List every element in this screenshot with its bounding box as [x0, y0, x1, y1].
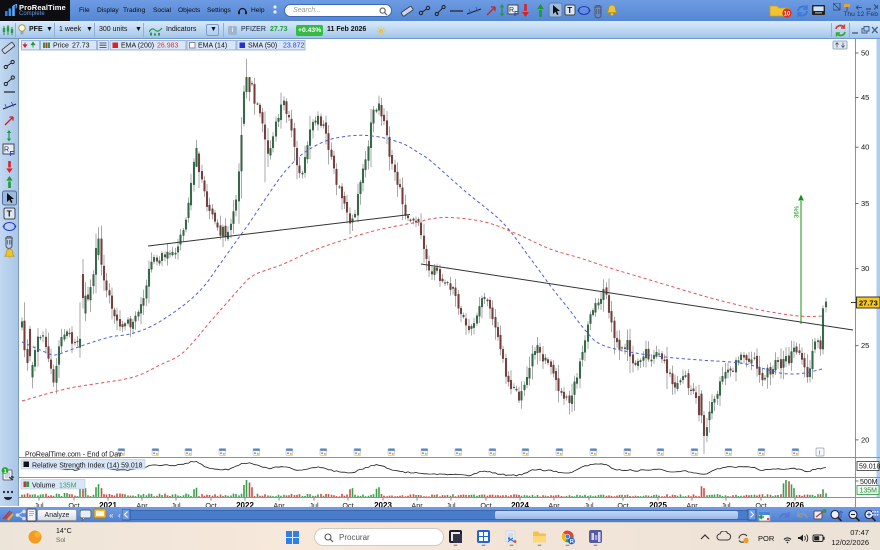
svg-text:EMA (14): EMA (14) — [198, 43, 227, 50]
svg-text:27.73: 27.73 — [72, 43, 90, 50]
svg-text:Relative Strength Index (14) 5: Relative Strength Index (14) 59.018 — [32, 463, 143, 470]
svg-text:23.872: 23.872 — [283, 43, 305, 50]
svg-text:R: R — [570, 539, 574, 545]
svg-text:26.983: 26.983 — [157, 43, 179, 50]
svg-text:‹: ‹ — [118, 511, 121, 520]
svg-text:T: T — [567, 6, 572, 15]
svg-text:20: 20 — [861, 435, 869, 444]
svg-text:36%: 36% — [795, 205, 801, 218]
svg-text:500M: 500M — [860, 479, 878, 486]
svg-text:27.73: 27.73 — [859, 299, 878, 308]
svg-text:10: 10 — [784, 12, 791, 18]
svg-text:POR: POR — [758, 534, 775, 543]
svg-text:59.018: 59.018 — [859, 464, 880, 471]
svg-text:F: F — [514, 11, 519, 18]
svg-text:Volume: Volume — [32, 483, 55, 490]
svg-text:50: 50 — [861, 49, 869, 58]
svg-text:i: i — [819, 450, 820, 457]
svg-text:35: 35 — [861, 199, 869, 208]
svg-text:«: « — [109, 511, 114, 520]
svg-text:Price: Price — [53, 43, 69, 50]
svg-text:1: 1 — [4, 469, 7, 475]
svg-text:SMA (50): SMA (50) — [248, 43, 277, 50]
svg-text:40: 40 — [861, 143, 869, 152]
svg-text:EMA (200): EMA (200) — [121, 43, 154, 50]
svg-text:25: 25 — [861, 341, 869, 350]
svg-text:R: R — [4, 147, 9, 154]
svg-text:T: T — [7, 209, 13, 219]
svg-text:45: 45 — [861, 93, 869, 102]
svg-text:135M: 135M — [860, 488, 878, 495]
svg-text:30: 30 — [861, 264, 869, 273]
svg-text:F: F — [10, 151, 15, 158]
svg-text:135M: 135M — [59, 483, 77, 490]
